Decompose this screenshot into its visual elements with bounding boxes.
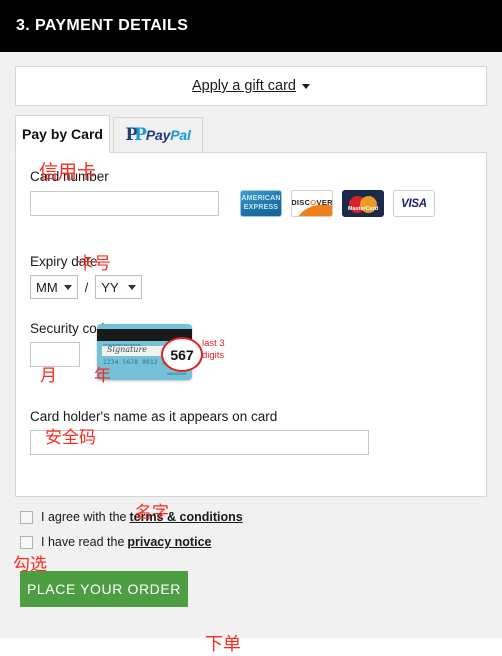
expiry-date-row: MM / YY bbox=[30, 275, 472, 299]
paypal-wordmark: PayPal bbox=[146, 127, 191, 143]
expiry-month-select[interactable]: MM bbox=[30, 275, 78, 299]
privacy-notice-link[interactable]: privacy notice bbox=[127, 535, 211, 549]
paypal-mark-icon: PP bbox=[125, 124, 147, 145]
visa-card-icon: VISA bbox=[393, 190, 435, 217]
visa-text: VISA bbox=[401, 197, 427, 210]
cvv-sample-digits: 567 bbox=[170, 346, 194, 363]
expiry-separator: / bbox=[84, 279, 89, 295]
paypal-wordmark-dark: Pay bbox=[145, 127, 171, 143]
security-code-input[interactable] bbox=[30, 342, 80, 367]
mastercard-text: MasterCard bbox=[347, 206, 379, 212]
card-minor-print-2: 000000000 bbox=[167, 372, 186, 376]
paypal-logo: PP PayPal bbox=[125, 124, 191, 145]
privacy-text: I have read the bbox=[41, 535, 125, 549]
tab-pay-by-card[interactable]: Pay by Card bbox=[15, 115, 110, 153]
card-number-input[interactable] bbox=[30, 191, 219, 216]
cvv-hint-line2: digits bbox=[202, 349, 225, 361]
chevron-down-icon bbox=[63, 284, 72, 290]
card-holder-label: Card holder's name as it appears on card bbox=[30, 409, 278, 424]
apply-gift-card-label: Apply a gift card bbox=[192, 78, 296, 94]
discover-text: DISCOVER bbox=[291, 197, 333, 207]
card-signature-text: Signature bbox=[107, 345, 148, 354]
expiry-date-label: Expiry date bbox=[30, 254, 98, 269]
terms-row: I agree with the terms & conditions bbox=[20, 510, 487, 524]
tab-paypal[interactable]: PP PayPal bbox=[113, 117, 203, 153]
cvv-highlight-circle: 567 bbox=[161, 337, 203, 372]
card-number-label: Card number bbox=[30, 169, 109, 184]
terms-text: I agree with the bbox=[41, 510, 127, 524]
terms-and-conditions-link[interactable]: terms & conditions bbox=[129, 510, 242, 524]
terms-checkbox[interactable] bbox=[20, 510, 33, 524]
paypal-wordmark-light: Pal bbox=[170, 127, 191, 143]
expiry-year-select[interactable]: YY bbox=[95, 275, 143, 299]
tab-pay-by-card-label: Pay by Card bbox=[22, 125, 103, 142]
privacy-row: I have read the privacy notice bbox=[20, 535, 487, 549]
cvv-hint-line1: last 3 bbox=[202, 338, 225, 349]
payment-details-panel: Apply a gift card Pay by Card PP PayPal … bbox=[0, 52, 502, 655]
card-number-row: AMERICAN EXPRESS DISCOVER MasterCard VIS… bbox=[30, 190, 472, 217]
discover-text-b: VER bbox=[316, 197, 333, 207]
privacy-checkbox[interactable] bbox=[20, 535, 33, 549]
card-back-illustration: AUTHORIZED SIGNATURE Signature 1234 5678… bbox=[97, 324, 225, 382]
annotation-place-order: 下单 bbox=[205, 634, 241, 655]
security-code-row: AUTHORIZED SIGNATURE Signature 1234 5678… bbox=[30, 324, 472, 382]
gift-card-bar: Apply a gift card bbox=[15, 66, 487, 106]
expiry-month-value: MM bbox=[36, 279, 58, 295]
amex-line1: AMERICAN bbox=[241, 194, 281, 202]
amex-card-icon: AMERICAN EXPRESS bbox=[240, 190, 282, 217]
pay-by-card-panel: Card number AMERICAN EXPRESS DISCOVER Ma… bbox=[15, 152, 487, 497]
expiry-year-value: YY bbox=[101, 279, 119, 295]
section-header: 3. PAYMENT DETAILS bbox=[0, 0, 502, 52]
payment-method-tabs: Pay by Card PP PayPal bbox=[15, 115, 487, 153]
discover-card-icon: DISCOVER bbox=[291, 190, 333, 217]
mastercard-card-icon: MasterCard bbox=[342, 190, 384, 217]
accepted-card-logos: AMERICAN EXPRESS DISCOVER MasterCard VIS… bbox=[240, 190, 435, 217]
caret-down-icon[interactable] bbox=[301, 83, 310, 89]
cvv-hint-text: last 3 digits bbox=[202, 338, 242, 362]
card-holder-input[interactable] bbox=[30, 430, 369, 455]
agreements-section: I agree with the terms & conditions I ha… bbox=[15, 510, 487, 549]
discover-text-a: DISC bbox=[291, 197, 311, 207]
amex-line2: EXPRESS bbox=[243, 203, 279, 211]
apply-gift-card-link[interactable]: Apply a gift card bbox=[192, 78, 296, 94]
chevron-down-icon bbox=[128, 284, 137, 290]
place-your-order-button[interactable]: PLACE YOUR ORDER bbox=[20, 571, 188, 607]
page-title: 3. PAYMENT DETAILS bbox=[16, 17, 189, 34]
